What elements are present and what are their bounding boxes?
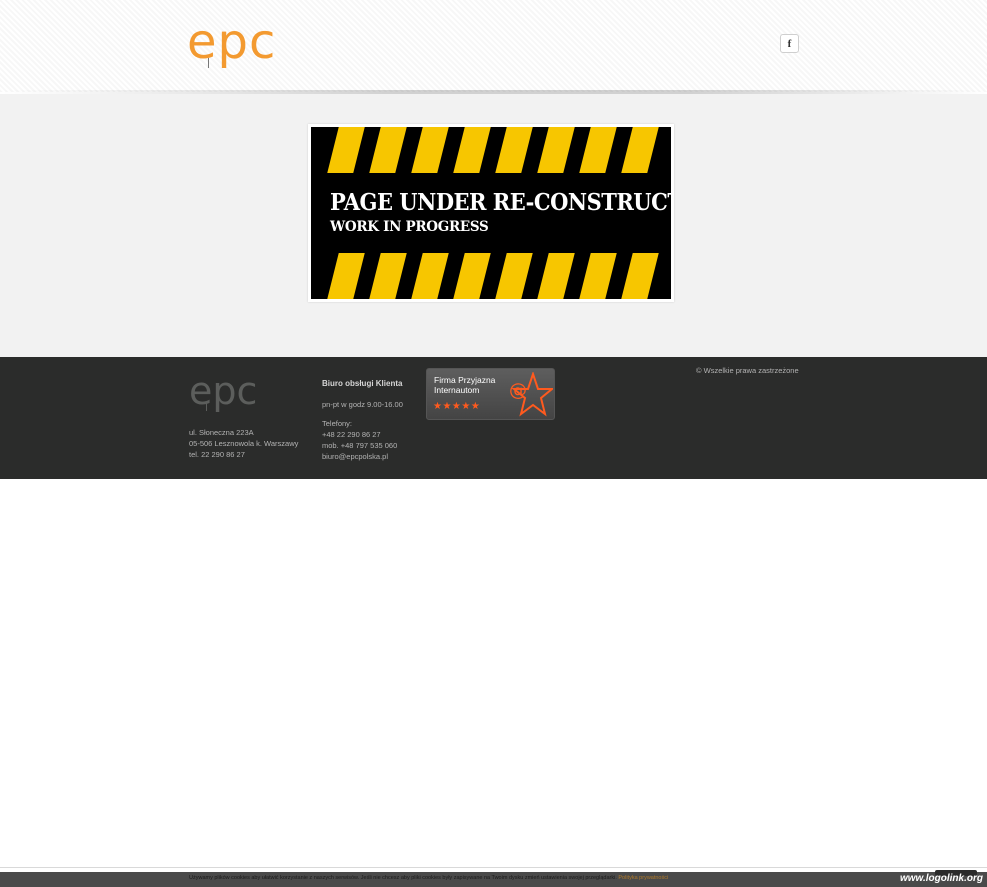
logo-mark [208, 58, 209, 68]
customer-office: Biuro obsługi Klienta pn-pt w godz 9.00-… [322, 378, 403, 462]
hazard-stripes-top [311, 127, 671, 173]
cookie-bar: Używamy plików cookies aby ułatwić korzy… [0, 870, 987, 887]
address-line: 05-506 Lesznowola k. Warszawy [189, 439, 299, 448]
main-content: PAGE UNDER RE-CONSTRUCTION WORK IN PROGR… [0, 94, 987, 357]
site-logo[interactable]: epc [187, 18, 276, 66]
badge-line: Firma Przyjazna [434, 375, 496, 385]
office-mobile: mob. +48 797 535 060 [322, 441, 398, 450]
construction-banner-frame: PAGE UNDER RE-CONSTRUCTION WORK IN PROGR… [308, 124, 674, 302]
phones-label: Telefony: [322, 419, 353, 428]
construction-banner: PAGE UNDER RE-CONSTRUCTION WORK IN PROGR… [311, 127, 671, 299]
address-line: ul. Słoneczna 223A [189, 428, 254, 437]
rating-stars-icon: ★★★★★ [433, 401, 481, 412]
footer-logo: epc [189, 369, 258, 413]
page: epc f PAGE UNDER RE-CONSTRUCTION [0, 0, 987, 887]
address-phone: tel. 22 290 86 27 [189, 450, 245, 459]
site-footer: epc ul. Słoneczna 223A 05-506 Lesznowola… [0, 357, 987, 479]
cookie-divider [0, 867, 987, 868]
privacy-policy-link[interactable]: Polityka prywatności [618, 875, 668, 881]
office-hours: pn-pt w godz 9.00-16.00 [322, 400, 403, 409]
office-phone: +48 22 290 86 27 [322, 430, 381, 439]
facebook-button[interactable]: f [780, 34, 799, 53]
footer-address: ul. Słoneczna 223A 05-506 Lesznowola k. … [189, 427, 298, 460]
banner-subtitle: WORK IN PROGRESS [330, 219, 489, 235]
badge-line: Internautom [434, 385, 480, 395]
watermark: www.logolink.org [900, 873, 983, 884]
site-header: epc f [0, 0, 987, 92]
logo-text: epc [187, 14, 277, 70]
office-email[interactable]: biuro@epcpolska.pl [322, 451, 403, 462]
friendly-company-badge[interactable]: Firma Przyjazna Internautom ★★★★★ @ [426, 368, 555, 420]
badge-text: Firma Przyjazna Internautom [434, 375, 495, 395]
cookie-text: Używamy plików cookies aby ułatwić korzy… [189, 875, 617, 881]
svg-text:@: @ [509, 380, 527, 401]
office-title: Biuro obsługi Klienta [322, 379, 403, 388]
banner-title: PAGE UNDER RE-CONSTRUCTION [330, 188, 671, 216]
footer-logo-mark [206, 403, 207, 411]
at-star-icon: @ [509, 372, 553, 417]
copyright: © Wszelkie prawa zastrzeżone [696, 366, 799, 375]
facebook-icon: f [787, 37, 792, 50]
hazard-stripes-bottom [311, 253, 671, 299]
cookie-notice: Używamy plików cookies aby ułatwić korzy… [189, 875, 668, 881]
